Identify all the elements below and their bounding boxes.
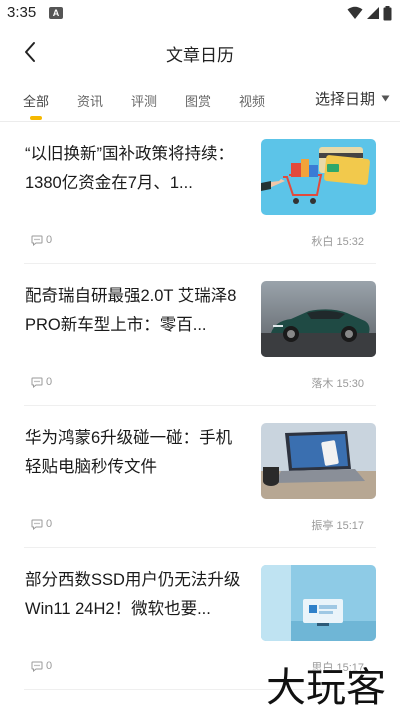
cellular-signal-icon	[367, 7, 379, 19]
shopping-cart-image	[261, 139, 376, 215]
article-time: 15:17	[336, 520, 364, 532]
article-title: 部分西数SSD用户仍无法升级Win11 24H2！微软也要...	[25, 571, 241, 618]
notification-app-icon: A	[49, 7, 63, 19]
article-thumbnail	[261, 565, 376, 641]
article-time: 15:32	[336, 236, 364, 248]
laptop-phone-image	[261, 423, 376, 499]
comment-icon	[31, 377, 43, 388]
article-title: 华为鸿蒙6升级碰一碰：手机轻贴电脑秒传文件	[25, 429, 233, 476]
tab-news[interactable]: 资讯	[77, 91, 103, 110]
comment-count: 0	[31, 233, 52, 247]
article-title: “以旧换新”国补政策将持续：1380亿资金在7月、1...	[25, 145, 234, 192]
page-title: 文章日历	[166, 46, 234, 65]
comment-icon	[31, 235, 43, 246]
article-thumbnail	[261, 139, 376, 215]
tab-gallery[interactable]: 图赏	[185, 91, 211, 110]
windows-room-image	[261, 565, 376, 641]
list-item[interactable]: “以旧换新”国补政策将持续：1380亿资金在7月、1... 0 秋白 15:32	[0, 122, 400, 264]
status-time: 3:35	[7, 4, 37, 21]
article-byline: 振亭 15:17	[311, 517, 364, 533]
status-bar: 3:35 A	[0, 0, 400, 28]
comment-count-value: 0	[46, 660, 53, 672]
comment-icon	[31, 519, 43, 530]
list-item[interactable]: 配奇瑞自研最强2.0T 艾瑞泽8 PRO新车型上市：零百... 0 落木 15:…	[0, 264, 400, 406]
status-indicators	[347, 5, 392, 21]
article-time: 15:30	[336, 378, 364, 390]
comment-count-value: 0	[46, 234, 53, 246]
date-picker-dropdown[interactable]: 选择日期	[315, 88, 390, 109]
article-thumbnail	[261, 423, 376, 499]
date-picker-label: 选择日期	[314, 91, 375, 108]
app-header: 文章日历	[0, 28, 400, 76]
comment-icon	[31, 661, 43, 672]
car-photo-image	[261, 281, 376, 357]
article-title: 配奇瑞自研最强2.0T 艾瑞泽8 PRO新车型上市：零百...	[25, 287, 237, 334]
article-author: 秋白	[311, 236, 334, 248]
article-byline: 落木 15:30	[311, 375, 364, 391]
battery-icon	[383, 5, 392, 20]
comment-count: 0	[31, 659, 52, 673]
comment-count: 0	[31, 375, 52, 389]
article-byline: 秋白 15:32	[311, 233, 364, 249]
wifi-icon	[347, 6, 363, 19]
article-author: 落木	[311, 378, 334, 390]
article-author: 振亭	[311, 520, 334, 532]
list-item[interactable]: 华为鸿蒙6升级碰一碰：手机轻贴电脑秒传文件 0 振亭 15:17	[0, 406, 400, 548]
category-tabs: 全部 资讯 评测 图赏 视频 选择日期	[0, 86, 400, 120]
comment-count-value: 0	[46, 376, 53, 388]
active-tab-indicator	[30, 116, 42, 120]
tab-reviews[interactable]: 评测	[131, 91, 157, 110]
tab-all[interactable]: 全部	[23, 91, 49, 110]
article-thumbnail	[261, 281, 376, 357]
tab-video[interactable]: 视频	[239, 91, 265, 110]
comment-count-value: 0	[46, 518, 53, 530]
comment-count: 0	[31, 517, 52, 531]
caret-down-icon	[381, 95, 390, 102]
site-watermark: 大玩客	[266, 665, 386, 711]
